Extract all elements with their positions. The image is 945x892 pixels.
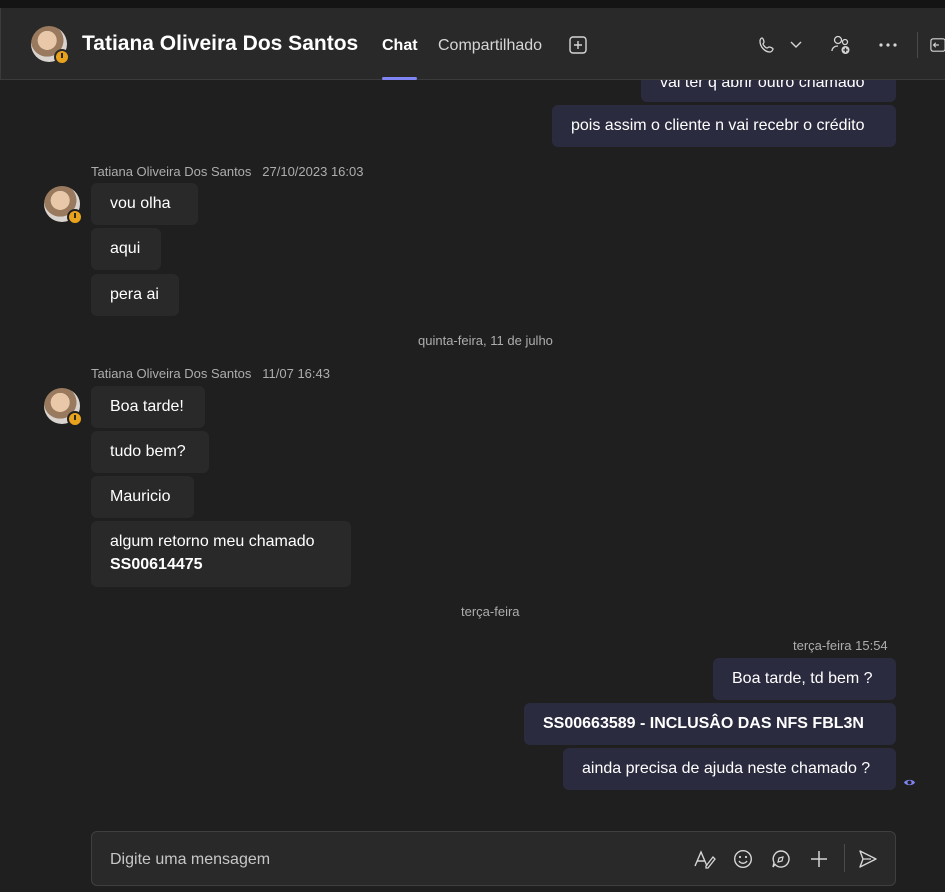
- message-text: vou olha: [110, 195, 171, 212]
- window-top-edge: [0, 0, 945, 8]
- day-divider: terça-feira: [461, 604, 520, 619]
- outgoing-message[interactable]: Boa tarde, td bem ?: [713, 658, 896, 700]
- message-text: ainda precisa de ajuda neste chamado ?: [582, 760, 871, 777]
- message-composer: [91, 831, 896, 886]
- add-tab-icon[interactable]: [567, 34, 589, 56]
- send-icon[interactable]: [857, 848, 879, 870]
- popout-icon[interactable]: [930, 35, 945, 55]
- message-text: Boa tarde!: [110, 398, 184, 415]
- ticket-number: SS00614475: [110, 556, 203, 573]
- tab-chat[interactable]: Chat: [382, 37, 418, 55]
- outgoing-message[interactable]: pois assim o cliente n vai recebr o créd…: [552, 105, 896, 147]
- more-icon[interactable]: [877, 34, 899, 56]
- message-text: pera ai: [110, 286, 159, 303]
- avatar[interactable]: [44, 186, 83, 225]
- loop-icon[interactable]: [770, 848, 792, 870]
- message-text: tudo bem?: [110, 443, 186, 460]
- chat-header: Tatiana Oliveira Dos Santos Chat Compart…: [0, 8, 945, 80]
- avatar[interactable]: [44, 388, 83, 427]
- sender-name: Tatiana Oliveira Dos Santos: [91, 366, 252, 381]
- message-text: aqui: [110, 240, 141, 257]
- outgoing-message[interactable]: vai ter q abrir outro chamado: [641, 80, 896, 102]
- incoming-message[interactable]: algum retorno meu chamado SS00614475: [91, 521, 351, 587]
- message-text: Boa tarde, td bem ?: [732, 670, 873, 687]
- message-header: Tatiana Oliveira Dos Santos 27/10/2023 1…: [91, 164, 363, 179]
- message-list[interactable]: vai ter q abrir outro chamado pois assim…: [0, 80, 945, 892]
- composer-divider: [844, 844, 845, 872]
- message-timestamp: terça-feira 15:54: [793, 638, 888, 653]
- outgoing-message[interactable]: SS00663589 - INCLUSÂO DAS NFS FBL3N: [524, 703, 896, 745]
- away-status-icon: [54, 49, 70, 65]
- chevron-down-icon[interactable]: [788, 37, 804, 53]
- format-icon[interactable]: [693, 848, 717, 870]
- sender-name: Tatiana Oliveira Dos Santos: [91, 164, 252, 179]
- emoji-icon[interactable]: [732, 848, 754, 870]
- seen-icon: [904, 779, 915, 786]
- page-title: Tatiana Oliveira Dos Santos: [82, 32, 359, 55]
- away-status-icon: [67, 209, 83, 225]
- away-status-icon: [67, 411, 83, 427]
- avatar[interactable]: [31, 26, 70, 65]
- incoming-message[interactable]: tudo bem?: [91, 431, 209, 473]
- message-input[interactable]: [108, 848, 672, 872]
- incoming-message[interactable]: aqui: [91, 228, 161, 270]
- attach-plus-icon[interactable]: [808, 848, 830, 870]
- incoming-message[interactable]: Mauricio: [91, 476, 194, 518]
- header-divider: [917, 32, 918, 58]
- message-timestamp: 27/10/2023 16:03: [262, 164, 364, 179]
- message-timestamp: 11/07 16:43: [262, 366, 330, 381]
- message-text: SS00663589 - INCLUSÂO DAS NFS FBL3N: [543, 715, 864, 732]
- day-divider: quinta-feira, 11 de julho: [418, 333, 553, 348]
- outgoing-message[interactable]: ainda precisa de ajuda neste chamado ?: [563, 748, 896, 790]
- tab-compartilhado[interactable]: Compartilhado: [438, 37, 542, 55]
- message-text: pois assim o cliente n vai recebr o créd…: [571, 117, 865, 134]
- incoming-message[interactable]: pera ai: [91, 274, 179, 316]
- message-text: vai ter q abrir outro chamado: [660, 80, 865, 91]
- incoming-message[interactable]: vou olha: [91, 183, 198, 225]
- people-add-icon[interactable]: [829, 33, 853, 57]
- message-text: algum retorno meu chamado: [110, 533, 315, 550]
- phone-icon[interactable]: [756, 34, 778, 56]
- incoming-message[interactable]: Boa tarde!: [91, 386, 205, 428]
- message-header: Tatiana Oliveira Dos Santos 11/07 16:43: [91, 366, 330, 381]
- message-text: Mauricio: [110, 488, 171, 505]
